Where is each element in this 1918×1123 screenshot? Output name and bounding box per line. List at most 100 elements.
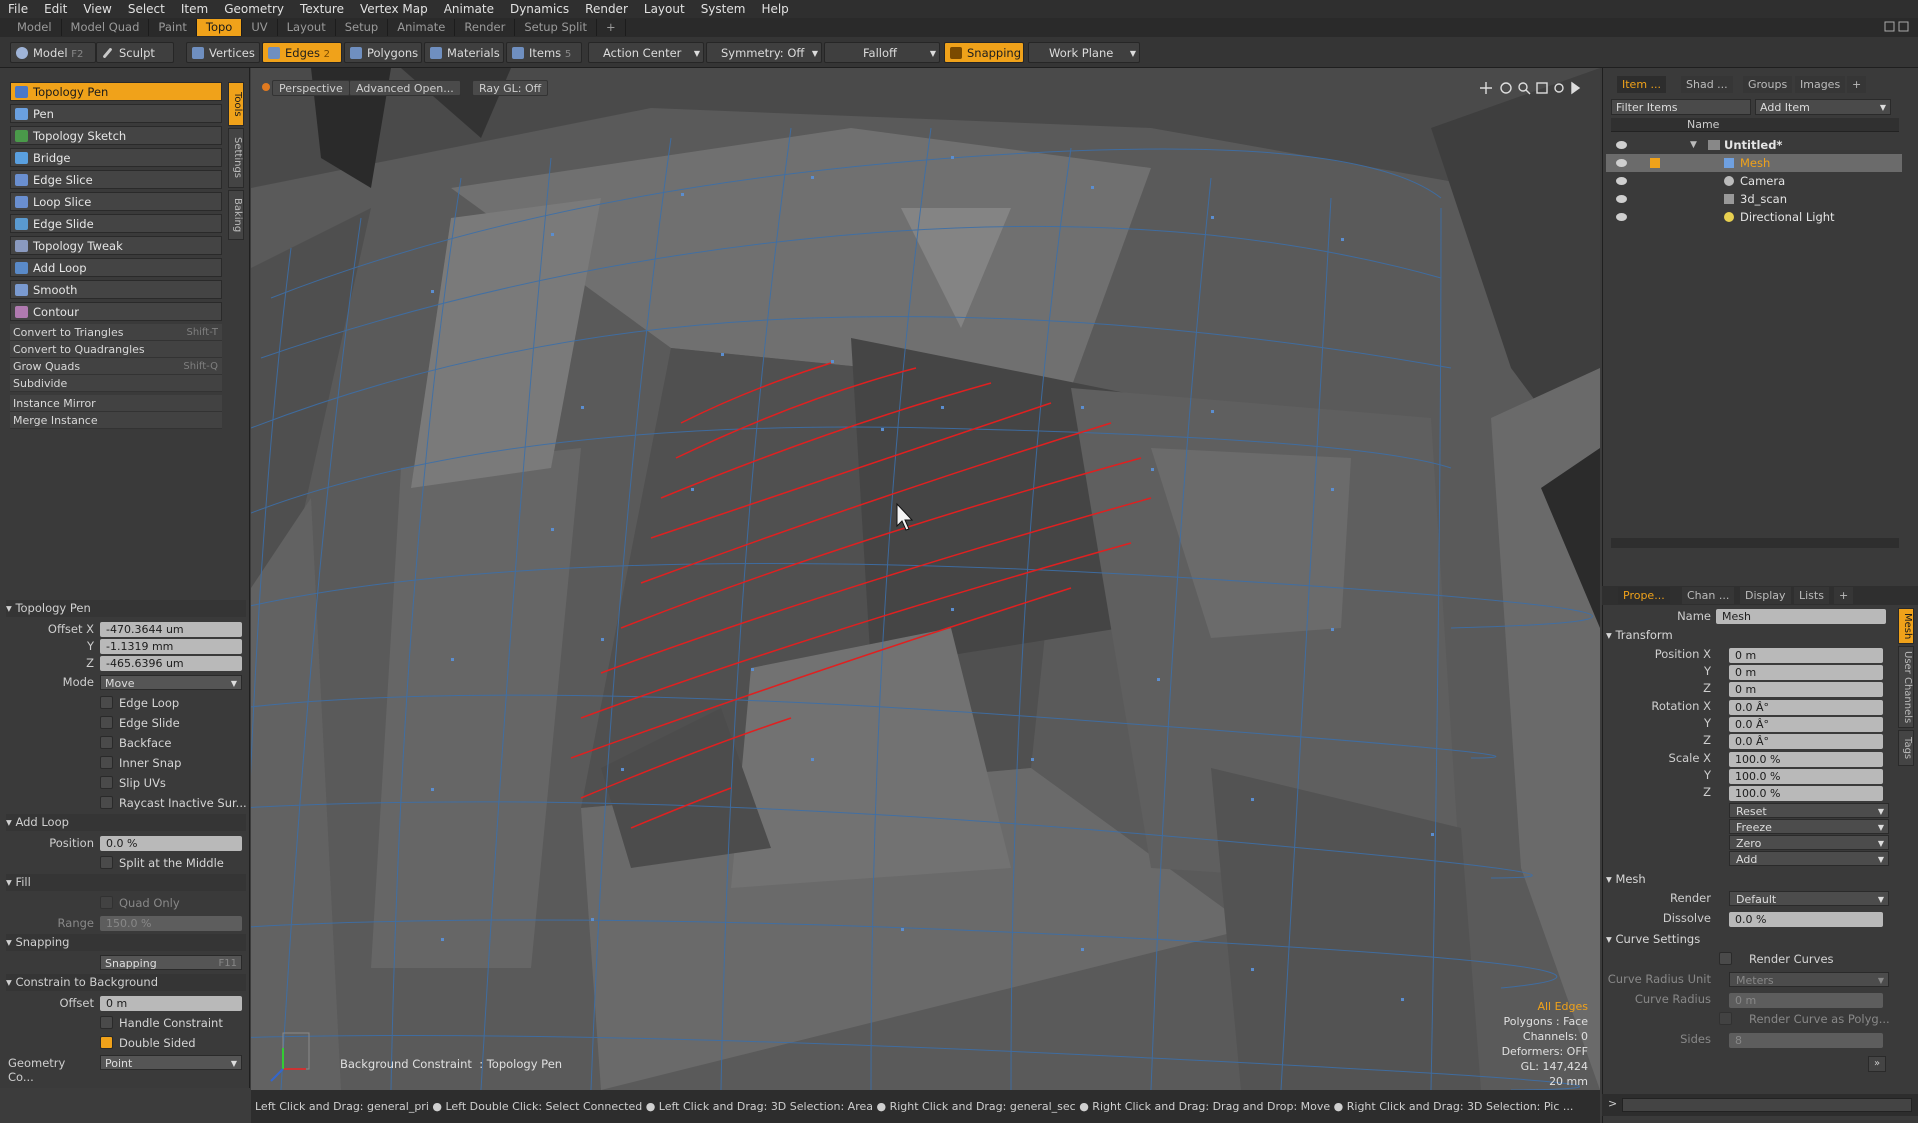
menu-animate[interactable]: Animate: [436, 0, 502, 18]
sides-field[interactable]: 8: [1729, 1033, 1883, 1048]
menu-edit[interactable]: Edit: [36, 0, 75, 18]
add-loop-section[interactable]: ▾ Add Loop: [6, 814, 246, 831]
tab-render[interactable]: Render: [455, 19, 516, 36]
tab-shader-tree[interactable]: Shad ...: [1681, 76, 1733, 93]
fill-section[interactable]: ▾ Fill: [6, 874, 246, 891]
tool-smooth[interactable]: Smooth: [10, 280, 222, 299]
tree-row-directional-light[interactable]: Directional Light: [1606, 208, 1902, 226]
scale-y-field[interactable]: 100.0 %: [1729, 769, 1883, 784]
quad-only-checkbox[interactable]: [100, 896, 113, 909]
materials-button[interactable]: Materials: [424, 42, 504, 63]
handle-constraint-checkbox[interactable]: [100, 1016, 113, 1029]
sculpt-button[interactable]: Sculpt: [96, 42, 174, 63]
position-z-field[interactable]: 0 m: [1729, 682, 1883, 697]
snapping-button[interactable]: Snapping: [944, 42, 1024, 63]
items-button[interactable]: Items 5: [506, 42, 582, 63]
menu-system[interactable]: System: [693, 0, 754, 18]
grow-quads-button[interactable]: Grow Quads Shift-Q: [10, 358, 222, 375]
range-field[interactable]: 150.0 %: [100, 916, 242, 931]
tab-uv[interactable]: UV: [242, 19, 278, 36]
menu-render[interactable]: Render: [577, 0, 636, 18]
menu-select[interactable]: Select: [120, 0, 173, 18]
menu-dynamics[interactable]: Dynamics: [502, 0, 577, 18]
menu-help[interactable]: Help: [753, 0, 796, 18]
merge-instance-button[interactable]: Merge Instance: [10, 412, 222, 429]
geometry-constraint-dropdown[interactable]: Point ▼: [100, 1055, 242, 1070]
subdivide-button[interactable]: Subdivide: [10, 375, 222, 392]
tab-properties[interactable]: Prope...: [1618, 587, 1670, 604]
mesh-section[interactable]: ▾ Mesh: [1606, 871, 1896, 888]
render-dropdown[interactable]: Default ▼: [1729, 891, 1889, 906]
freeze-dropdown[interactable]: Freeze ▼: [1729, 819, 1889, 834]
tool-contour[interactable]: Contour: [10, 302, 222, 321]
menu-layout[interactable]: Layout: [636, 0, 693, 18]
menu-texture[interactable]: Texture: [292, 0, 352, 18]
side-tab-tools[interactable]: Tools: [228, 82, 244, 126]
add-tab-button[interactable]: +: [597, 19, 626, 36]
action-center-dropdown[interactable]: Action Center ▼: [588, 42, 704, 63]
filter-items-input[interactable]: Filter Items: [1611, 99, 1751, 115]
position-y-field[interactable]: 0 m: [1729, 665, 1883, 680]
edge-loop-checkbox[interactable]: [100, 696, 113, 709]
curve-radius-unit-dropdown[interactable]: Meters ▼: [1729, 972, 1889, 987]
snapping-toggle-button[interactable]: Snapping F11: [100, 955, 242, 970]
viewport-lock-icon[interactable]: [262, 83, 270, 91]
3d-viewport[interactable]: [251, 68, 1600, 1090]
menu-item[interactable]: Item: [173, 0, 216, 18]
add-dropdown[interactable]: Add ▼: [1729, 851, 1889, 866]
slip-uvs-checkbox[interactable]: [100, 776, 113, 789]
position-x-field[interactable]: 0 m: [1729, 648, 1883, 663]
tree-row-mesh[interactable]: Mesh: [1606, 154, 1902, 172]
command-input[interactable]: [1622, 1098, 1912, 1112]
transform-section[interactable]: ▾ Transform: [1606, 627, 1896, 644]
tab-channels[interactable]: Chan ...: [1682, 587, 1735, 604]
rotation-x-field[interactable]: 0.0 Â°: [1729, 700, 1883, 715]
dissolve-field[interactable]: 0.0 %: [1729, 912, 1883, 927]
tool-edge-slice[interactable]: Edge Slice: [10, 170, 222, 189]
vertices-button[interactable]: Vertices: [186, 42, 260, 63]
tree-row-untitled[interactable]: ▼ Untitled*: [1606, 136, 1902, 154]
double-sided-checkbox[interactable]: [100, 1036, 113, 1049]
zero-dropdown[interactable]: Zero ▼: [1729, 835, 1889, 850]
rotation-y-field[interactable]: 0.0 Â°: [1729, 717, 1883, 732]
side-tab-mesh[interactable]: Mesh: [1898, 608, 1914, 644]
mesh-scene[interactable]: [251, 68, 1600, 1090]
tab-item-list[interactable]: Item ...: [1617, 76, 1667, 93]
menu-geometry[interactable]: Geometry: [216, 0, 292, 18]
snapping-section[interactable]: ▾ Snapping: [6, 934, 246, 951]
menu-file[interactable]: File: [0, 0, 36, 18]
tool-topology-sketch[interactable]: Topology Sketch: [10, 126, 222, 145]
tab-topo[interactable]: Topo: [196, 19, 243, 36]
tab-setup[interactable]: Setup: [336, 19, 389, 36]
curve-settings-section[interactable]: ▾ Curve Settings: [1606, 931, 1896, 948]
tree-row-3d-scan[interactable]: 3d_scan: [1606, 190, 1902, 208]
tab-images[interactable]: Images: [1795, 76, 1846, 93]
instance-mirror-button[interactable]: Instance Mirror: [10, 395, 222, 412]
expand-more-button[interactable]: »: [1868, 1056, 1886, 1072]
scale-x-field[interactable]: 100.0 %: [1729, 752, 1883, 767]
tool-bridge[interactable]: Bridge: [10, 148, 222, 167]
name-field[interactable]: Mesh: [1716, 609, 1886, 624]
split-middle-checkbox[interactable]: [100, 856, 113, 869]
rotation-z-field[interactable]: 0.0 Â°: [1729, 734, 1883, 749]
position-field[interactable]: 0.0 %: [100, 836, 242, 851]
tab-model[interactable]: Model: [8, 19, 62, 36]
add-item-dropdown[interactable]: Add Item ▼: [1755, 99, 1891, 115]
falloff-dropdown[interactable]: Falloff ▼: [824, 42, 940, 63]
raycast-inactive-checkbox[interactable]: [100, 796, 113, 809]
tab-animate[interactable]: Animate: [388, 19, 456, 36]
convert-quads-button[interactable]: Convert to Quadrangles: [10, 341, 222, 358]
tool-edge-slide[interactable]: Edge Slide: [10, 214, 222, 233]
tab-model-quad[interactable]: Model Quad: [62, 19, 150, 36]
reset-dropdown[interactable]: Reset ▼: [1729, 803, 1889, 818]
layout-window-icons[interactable]: [1884, 20, 1910, 34]
mode-dropdown[interactable]: Move ▼: [100, 675, 242, 690]
side-tab-user-channels[interactable]: User Channels: [1898, 646, 1914, 728]
tab-setup-split[interactable]: Setup Split: [515, 19, 597, 36]
render-curves-checkbox[interactable]: [1719, 952, 1732, 965]
add-panel-tab-button[interactable]: +: [1847, 76, 1867, 93]
render-curve-poly-checkbox[interactable]: [1719, 1012, 1732, 1025]
side-tab-settings[interactable]: Settings: [228, 128, 244, 188]
curve-radius-field[interactable]: 0 m: [1729, 993, 1883, 1008]
topology-pen-section[interactable]: ▾ Topology Pen: [6, 600, 246, 617]
